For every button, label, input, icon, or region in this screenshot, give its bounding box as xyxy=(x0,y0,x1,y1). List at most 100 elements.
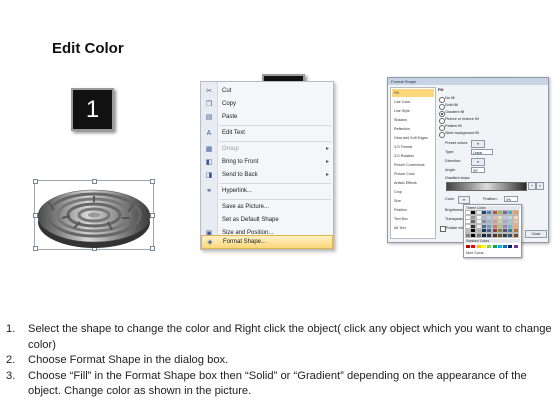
nav-item-line-color[interactable]: Line Color xyxy=(392,98,434,106)
add-stop-button[interactable]: + xyxy=(528,182,536,190)
color-swatch[interactable] xyxy=(496,214,503,220)
color-swatch[interactable] xyxy=(491,228,498,234)
color-swatch[interactable] xyxy=(496,228,503,234)
menu-item-bring-to-front[interactable]: ◧ Bring to Front ▸ xyxy=(201,156,333,169)
nav-item-position[interactable]: Position xyxy=(392,206,434,214)
nav-item-artistic-effects[interactable]: Artistic Effects xyxy=(392,179,434,187)
menu-item-format-shape[interactable]: ◈ Format Shape... xyxy=(201,235,333,249)
color-swatch[interactable] xyxy=(512,214,519,220)
color-swatch[interactable] xyxy=(475,228,482,234)
color-swatch[interactable] xyxy=(465,210,471,215)
color-swatch[interactable] xyxy=(465,219,471,225)
color-swatch[interactable] xyxy=(465,214,471,220)
color-swatch[interactable] xyxy=(496,223,503,229)
color-swatch[interactable] xyxy=(507,219,514,225)
color-swatch[interactable] xyxy=(496,233,503,238)
color-swatch[interactable] xyxy=(507,228,514,234)
color-swatch[interactable] xyxy=(470,228,477,234)
color-swatch[interactable] xyxy=(486,223,493,229)
menu-item-hyperlink[interactable]: ⚭ Hyperlink... xyxy=(201,185,333,198)
color-swatch[interactable] xyxy=(475,214,482,220)
menu-item-group[interactable]: ▦ Group ▸ xyxy=(201,143,333,156)
menu-item-copy[interactable]: ❐ Copy xyxy=(201,98,333,111)
direction-dropdown[interactable]: ▾ xyxy=(471,158,485,166)
color-swatch[interactable] xyxy=(475,233,482,238)
nav-item-size[interactable]: Size xyxy=(392,197,434,205)
color-swatch[interactable] xyxy=(481,245,486,248)
color-swatch[interactable] xyxy=(480,210,487,215)
color-swatch[interactable] xyxy=(480,228,487,234)
color-swatch[interactable] xyxy=(470,233,477,238)
color-swatch[interactable] xyxy=(491,214,498,220)
color-swatch[interactable] xyxy=(465,233,471,238)
color-swatch[interactable] xyxy=(512,223,519,229)
color-swatch[interactable] xyxy=(512,228,519,234)
color-swatch[interactable] xyxy=(491,219,498,225)
menu-item-set-default-shape[interactable]: Set as Default Shape xyxy=(201,214,333,227)
close-button[interactable]: Close xyxy=(525,230,547,238)
color-swatch[interactable] xyxy=(470,223,477,229)
angle-input[interactable]: 90° xyxy=(471,167,485,173)
nav-item-shadow[interactable]: Shadow xyxy=(392,116,434,124)
color-swatch[interactable] xyxy=(475,219,482,225)
nav-item-picture-corrections[interactable]: Picture Corrections xyxy=(392,161,434,169)
color-swatch[interactable] xyxy=(486,233,493,238)
color-swatch[interactable] xyxy=(502,228,509,234)
color-swatch[interactable] xyxy=(486,219,493,225)
nav-item-3d-format[interactable]: 3-D Format xyxy=(392,143,434,151)
type-select[interactable]: Linear xyxy=(471,149,493,155)
maze-shape[interactable] xyxy=(34,172,154,252)
color-swatch[interactable] xyxy=(471,245,476,248)
color-swatch[interactable] xyxy=(491,223,498,229)
color-swatch[interactable] xyxy=(502,214,509,220)
more-colors-link[interactable]: More Colors... xyxy=(466,251,486,255)
color-swatch[interactable] xyxy=(496,219,503,225)
color-swatch[interactable] xyxy=(480,214,487,220)
color-swatch[interactable] xyxy=(476,245,481,248)
color-swatch[interactable] xyxy=(470,219,477,225)
nav-item-text-box[interactable]: Text Box xyxy=(392,215,434,223)
color-swatch[interactable] xyxy=(491,210,498,215)
menu-item-edit-text[interactable]: A Edit Text xyxy=(201,127,333,140)
color-swatch[interactable] xyxy=(502,233,509,238)
color-swatch[interactable] xyxy=(486,210,493,215)
color-swatch[interactable] xyxy=(507,214,514,220)
color-swatch[interactable] xyxy=(512,219,519,225)
color-swatch[interactable] xyxy=(513,245,518,248)
color-swatch[interactable] xyxy=(480,233,487,238)
color-swatch[interactable] xyxy=(502,210,509,215)
color-swatch[interactable] xyxy=(486,214,493,220)
nav-item-fill[interactable]: Fill xyxy=(392,89,434,97)
nav-item-alt-text[interactable]: Alt Text xyxy=(392,224,434,232)
menu-item-send-to-back[interactable]: ◨ Send to Back ▸ xyxy=(201,169,333,182)
nav-item-picture-color[interactable]: Picture Color xyxy=(392,170,434,178)
color-swatch[interactable] xyxy=(487,245,492,248)
color-swatch[interactable] xyxy=(507,233,514,238)
menu-item-cut[interactable]: ✂ Cut xyxy=(201,85,333,98)
color-swatch[interactable] xyxy=(507,210,514,215)
color-swatch[interactable] xyxy=(475,223,482,229)
gradient-stops-bar[interactable] xyxy=(446,182,527,191)
color-dropdown[interactable]: ▾ xyxy=(458,196,470,204)
color-swatch[interactable] xyxy=(512,233,519,238)
nav-item-3d-rotation[interactable]: 3-D Rotation xyxy=(392,152,434,160)
color-swatch[interactable] xyxy=(503,245,508,248)
color-swatch[interactable] xyxy=(480,219,487,225)
color-swatch[interactable] xyxy=(502,223,509,229)
color-swatch[interactable] xyxy=(465,228,471,234)
color-swatch[interactable] xyxy=(470,210,477,215)
color-swatch[interactable] xyxy=(466,245,470,248)
color-swatch[interactable] xyxy=(508,245,513,248)
preset-colors-dropdown[interactable]: ▾ xyxy=(471,140,485,148)
color-swatch[interactable] xyxy=(507,223,514,229)
position-input[interactable]: 0% xyxy=(504,196,518,202)
color-swatch[interactable] xyxy=(475,210,482,215)
color-swatch[interactable] xyxy=(512,210,519,215)
color-swatch[interactable] xyxy=(502,219,509,225)
color-swatch[interactable] xyxy=(497,245,502,248)
nav-item-glow[interactable]: Glow and Soft Edges xyxy=(392,134,434,142)
color-swatch[interactable] xyxy=(465,223,471,229)
nav-item-reflection[interactable]: Reflection xyxy=(392,125,434,133)
color-swatch[interactable] xyxy=(496,210,503,215)
nav-item-crop[interactable]: Crop xyxy=(392,188,434,196)
